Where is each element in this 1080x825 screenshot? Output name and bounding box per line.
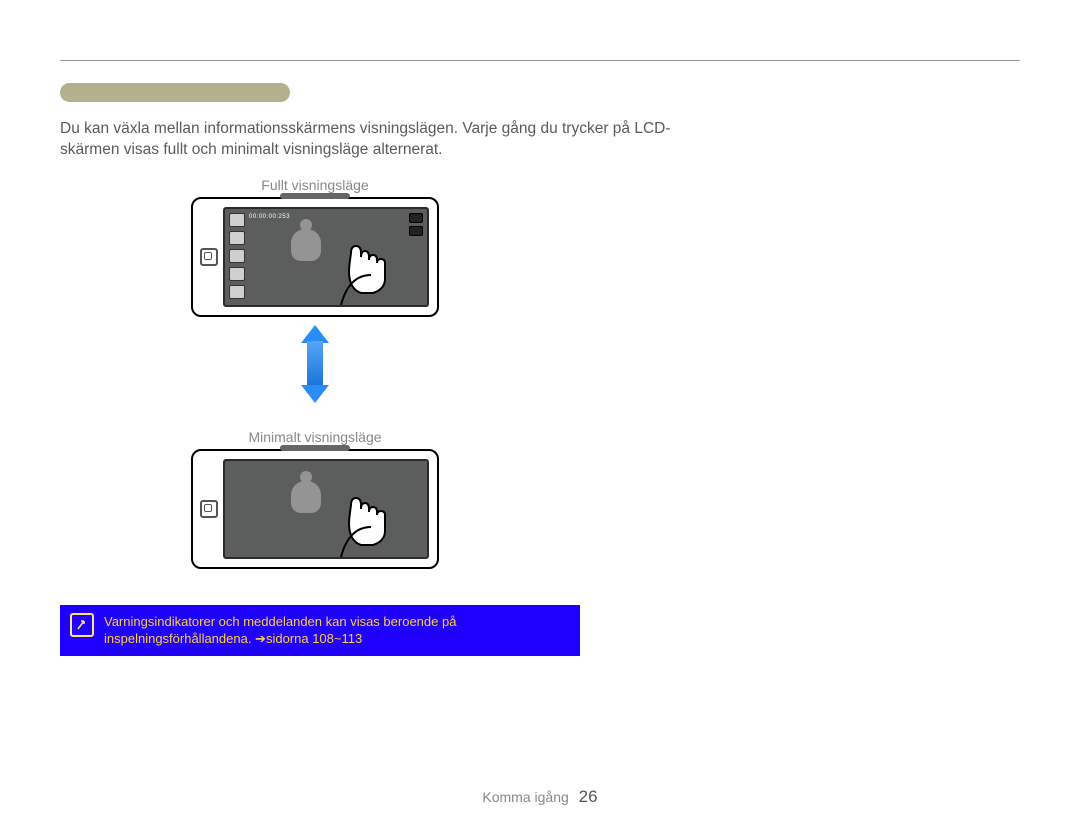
body-text: Du kan växla mellan informationsskärmens… <box>60 118 680 161</box>
caption-minimal-mode: Minimalt visningsläge <box>180 429 450 445</box>
counter-label: 00:00:00:253 <box>249 214 290 220</box>
device-full-mode: 00:00:00:253 <box>191 197 439 317</box>
top-rule <box>60 60 1020 61</box>
touch-hand-icon <box>327 475 407 557</box>
devices-diagram: Fullt visningsläge 00:00:00:253 <box>180 177 450 569</box>
home-button-icon <box>200 500 218 518</box>
lcd-right-icons <box>409 213 423 236</box>
battery-icon <box>409 213 423 223</box>
device-rail-icon <box>280 193 350 199</box>
home-button-icon <box>200 248 218 266</box>
zoom-icon <box>229 267 245 281</box>
section-heading-pill <box>60 83 290 102</box>
camera-icon <box>229 249 245 263</box>
footer-section: Komma igång <box>482 789 568 805</box>
note-box: Varningsindikatorer och meddelanden kan … <box>60 605 580 656</box>
play-icon <box>229 285 245 299</box>
note-icon <box>70 613 94 637</box>
lcd-screen: 00:00:00:253 <box>223 207 429 307</box>
note-text: Varningsindikatorer och meddelanden kan … <box>104 613 570 648</box>
caption-full-mode: Fullt visningsläge <box>180 177 450 193</box>
subject-silhouette-icon <box>291 219 321 261</box>
device-rail-icon <box>280 445 350 451</box>
media-icon <box>409 226 423 236</box>
status-icon <box>229 213 245 227</box>
subject-silhouette-icon <box>291 471 321 513</box>
mode-icon <box>229 231 245 245</box>
page-number: 26 <box>579 787 598 806</box>
lcd-left-icons <box>229 213 245 299</box>
device-minimal-mode <box>191 449 439 569</box>
touch-hand-icon <box>327 223 407 305</box>
swap-arrow-icon <box>301 325 329 403</box>
lcd-screen <box>223 459 429 559</box>
page-footer: Komma igång 26 <box>0 787 1080 807</box>
